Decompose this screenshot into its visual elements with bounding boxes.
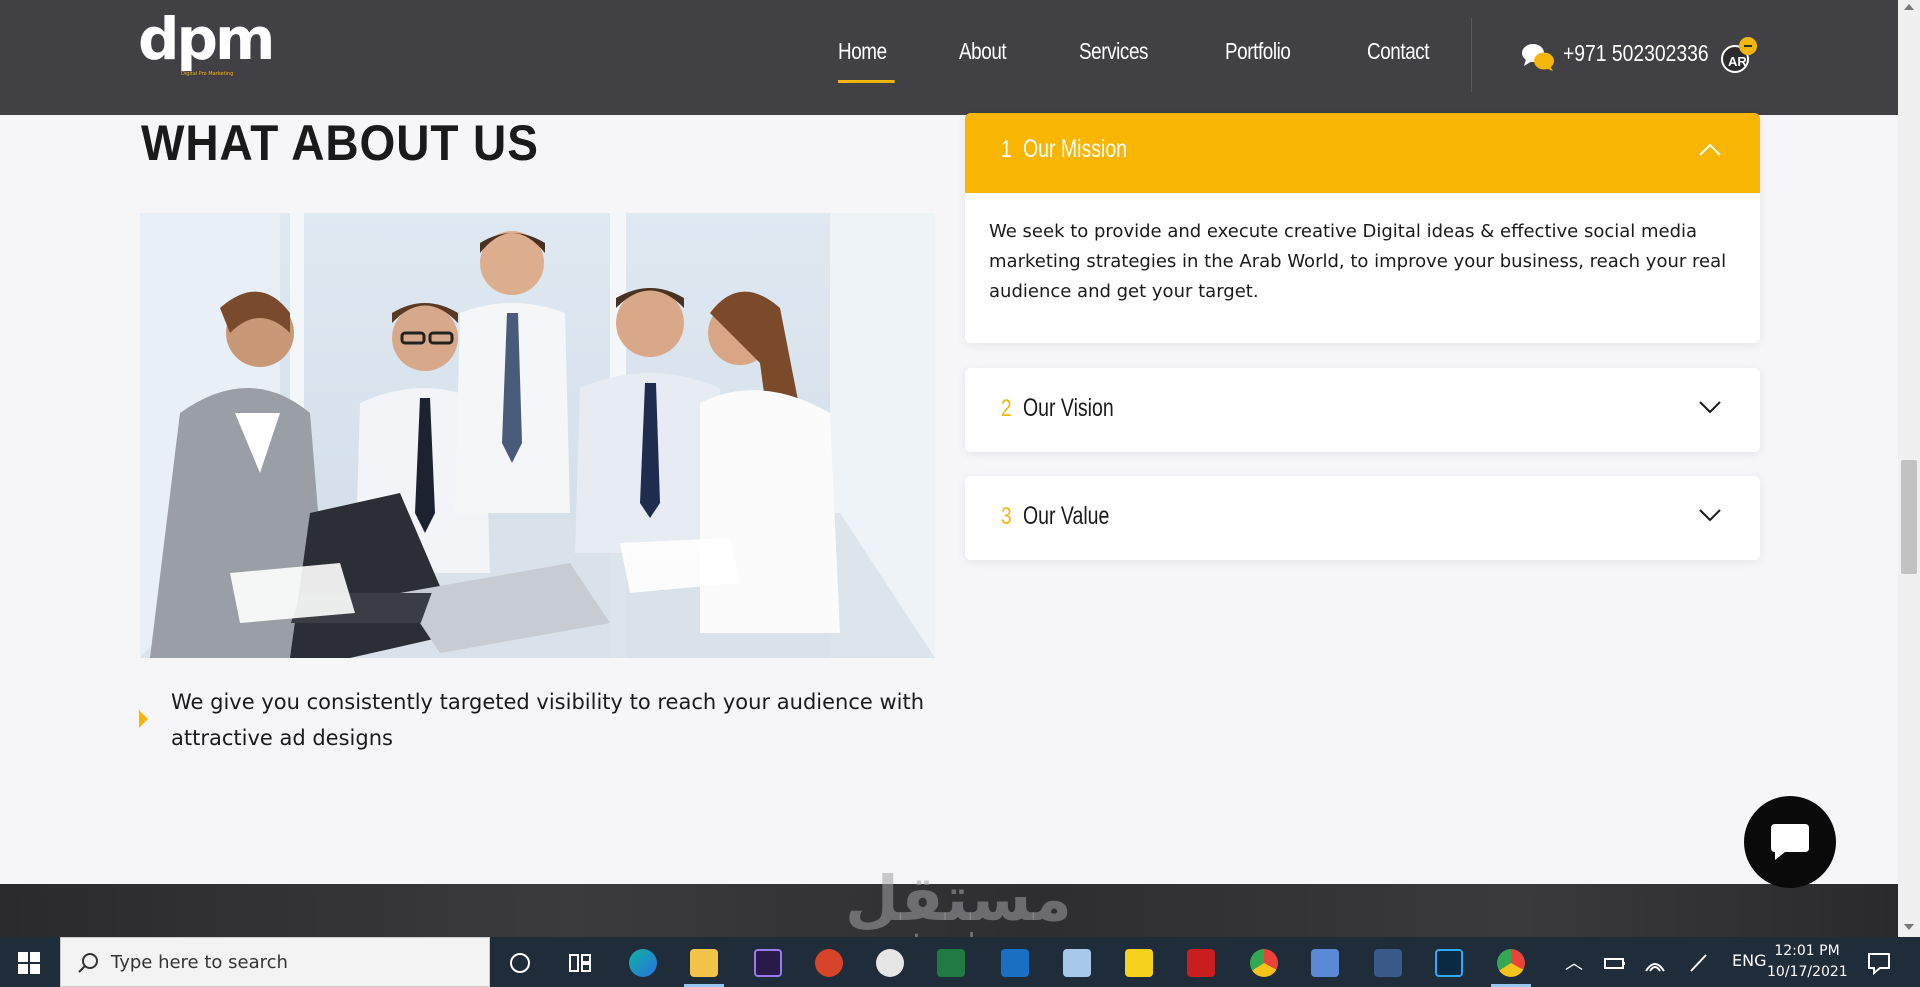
powerpoint-icon[interactable] [815,949,843,977]
nav-about[interactable]: About [959,38,1007,65]
network-app-icon[interactable] [1311,949,1339,977]
photoshop-icon[interactable] [1435,949,1463,977]
accordion-label: Our Mission [1023,135,1128,163]
chat-button[interactable] [1744,796,1836,888]
windows-start-icon[interactable] [18,952,40,974]
accordion-mission-header[interactable]: 1 Our Mission [965,113,1760,193]
remote-app-icon[interactable] [1374,949,1402,977]
chevron-down-icon [1699,401,1721,414]
bullet-arrow-icon [139,710,148,728]
clock-date: 10/17/2021 [1767,964,1848,980]
accordion-value-header[interactable]: 3 Our Value [965,476,1760,560]
chat-bubble-icon [1771,824,1809,860]
clock-time: 12:01 PM [1774,943,1840,959]
search-placeholder: Type here to search [111,952,288,973]
snipping-tool-icon[interactable] [876,949,904,977]
chrome-icon[interactable] [1250,949,1278,977]
nav-portfolio[interactable]: Portfolio [1225,38,1291,65]
premiere-icon[interactable] [754,949,782,977]
tray-chevron-up-icon[interactable]: ︿ [1565,949,1583,975]
chevron-down-icon [1699,509,1721,522]
accordion-mission-body: We seek to provide and execute creative … [989,221,1727,302]
accordion-vision-header[interactable]: 2 Our Vision [965,368,1760,452]
accordion-value: 3 Our Value [965,476,1760,560]
notifications-icon[interactable] [1866,949,1892,977]
phone-number[interactable]: +971 502302336 [1563,40,1709,67]
taskbar-search[interactable]: Type here to search [60,937,490,987]
accordion-number: 1 [1001,136,1012,163]
page-scrollbar[interactable] [1898,0,1920,937]
section-title: WHAT ABOUT US [141,115,539,171]
main-nav: Home About Services Portfolio Contact [838,38,1505,83]
acrobat-icon[interactable] [1187,949,1215,977]
accordion-number: 2 [1001,395,1012,422]
scroll-thumb[interactable] [1901,460,1917,574]
edge-icon[interactable] [629,949,657,977]
site-header: dpm Digital Pro Marketing Home About Ser… [0,0,1898,115]
team-photo [140,213,935,658]
search-icon [78,953,98,973]
scroll-down-icon[interactable] [1904,924,1914,930]
accordion-vision: 2 Our Vision [965,368,1760,452]
input-language[interactable]: ENG [1732,951,1766,970]
windows-taskbar: Type here to search ︿ ENG 12:01 PM 10/17… [0,937,1920,987]
nav-contact[interactable]: Contact [1367,38,1430,65]
outlook-icon[interactable] [1001,949,1029,977]
cortana-icon[interactable] [506,949,534,977]
accordion-label: Our Value [1023,502,1110,530]
task-view-icon[interactable] [566,949,594,977]
file-explorer-icon[interactable] [690,949,718,977]
watermark-arabic: مستقل [845,862,1072,935]
chevron-up-icon [1699,143,1721,156]
wifi-icon[interactable] [1643,949,1667,977]
taskbar-clock[interactable]: 12:01 PM 10/17/2021 [1767,941,1848,983]
scroll-up-icon[interactable] [1904,4,1914,10]
accordion-number: 3 [1001,503,1012,530]
logo-tagline: Digital Pro Marketing [181,71,234,77]
app-icon[interactable] [1063,949,1091,977]
pen-icon[interactable] [1686,949,1710,977]
language-label: AR [1728,54,1747,69]
battery-icon[interactable] [1603,949,1627,977]
logo[interactable]: dpm Digital Pro Marketing [138,8,275,102]
logo-text: dpm [138,5,275,73]
chrome-icon-active[interactable] [1497,949,1525,977]
excel-icon[interactable] [937,949,965,977]
team-meeting-illustration [140,213,935,658]
nav-services[interactable]: Services [1079,38,1148,65]
accordion-label: Our Vision [1023,394,1114,422]
sticky-notes-icon[interactable] [1125,949,1153,977]
chat-bubbles-icon [1522,44,1554,71]
nav-divider [1471,18,1472,92]
about-bullet-text: We give you consistently targeted visibi… [171,690,925,750]
language-switch[interactable]: AR [1720,36,1760,76]
accordion-mission: 1 Our Mission We seek to provide and exe… [965,113,1760,343]
nav-home[interactable]: Home [838,38,896,83]
